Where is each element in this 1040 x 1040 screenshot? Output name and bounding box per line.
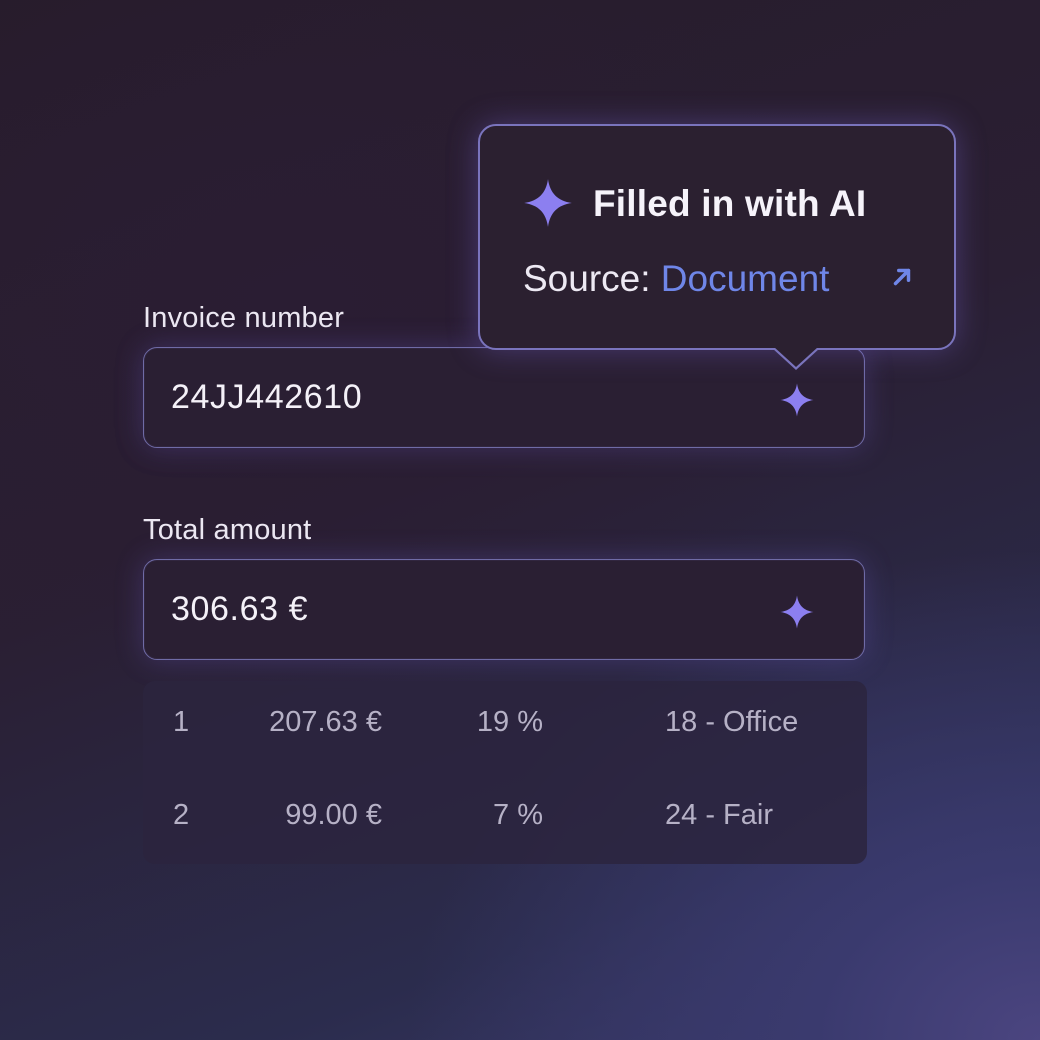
invoice-number-field[interactable]: 24JJ442610 [143,347,865,448]
ai-fill-tooltip: Filled in with AI Source: Document [478,124,956,370]
sparkle-icon[interactable] [779,382,815,418]
sparkle-icon[interactable] [779,594,815,630]
row-account: 18 - Office [665,706,799,738]
row-amount: 207.63 € [269,706,382,738]
tooltip-source: Source: Document [523,258,829,300]
row-index: 2 [173,799,190,831]
row-vat: 7 % [493,799,543,831]
invoice-number-label: Invoice number [143,302,345,334]
total-amount-field[interactable]: 306.63 € [143,559,865,660]
tooltip-title: Filled in with AI [593,183,867,224]
row-vat: 19 % [476,706,543,738]
source-label: Source: [523,258,661,299]
row-amount: 99.00 € [285,799,382,831]
source-document-link[interactable]: Document [661,258,830,299]
total-amount-label: Total amount [143,514,312,546]
row-index: 1 [173,706,190,738]
table-row[interactable]: 2 99.00 € 7 % 24 - Fair [143,799,867,859]
arrow-up-right-icon[interactable] [889,264,915,290]
invoice-number-value: 24JJ442610 [171,378,363,416]
table-row[interactable]: 1 207.63 € 19 % 18 - Office [143,706,867,766]
amount-breakdown-table: 1 207.63 € 19 % 18 - Office 2 99.00 € 7 … [143,681,867,864]
row-account: 24 - Fair [665,799,773,831]
sparkle-icon [524,179,572,227]
total-amount-value: 306.63 € [171,590,309,628]
